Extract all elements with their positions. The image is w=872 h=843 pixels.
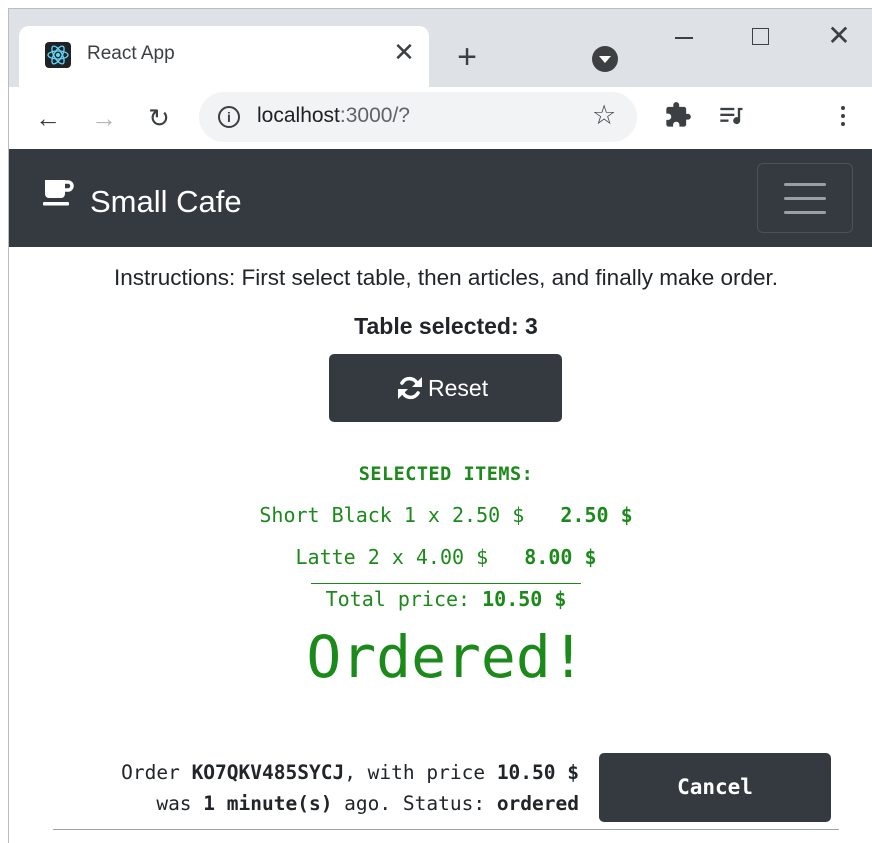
item-line-total: 8.00 $ xyxy=(524,545,597,569)
reset-button[interactable]: Reset xyxy=(329,354,562,422)
order-divider xyxy=(53,829,839,830)
browser-window: React App ✕ + ✕ ← → ↻ i localhost:3000/?… xyxy=(8,8,872,843)
url-text[interactable]: localhost:3000/? xyxy=(257,104,410,128)
order-prefix: Order xyxy=(121,761,192,784)
total-price-value: 10.50 $ xyxy=(482,587,567,611)
sync-icon xyxy=(397,375,423,401)
cancel-order-button[interactable]: Cancel xyxy=(599,753,831,822)
instructions-text: Instructions: First select table, then a… xyxy=(113,265,779,290)
navbar-toggler[interactable] xyxy=(757,163,853,233)
star-icon[interactable]: ☆ xyxy=(592,100,616,131)
react-favicon xyxy=(45,42,71,68)
total-divider xyxy=(311,583,581,584)
tab-close-icon[interactable]: ✕ xyxy=(389,37,419,67)
info-icon[interactable]: i xyxy=(218,106,240,128)
item-description: Latte 2 x 4.00 $ xyxy=(295,545,525,569)
forward-arrow-icon[interactable]: → xyxy=(87,101,121,135)
media-queue-icon[interactable] xyxy=(718,102,748,132)
back-arrow-icon[interactable]: ← xyxy=(31,101,65,135)
order-status: ordered xyxy=(496,792,579,815)
url-host: localhost xyxy=(257,104,340,127)
extensions-icon[interactable] xyxy=(664,101,694,131)
list-item: Latte 2 x 4.00 $ 8.00 $ xyxy=(9,545,872,569)
reload-icon[interactable]: ↻ xyxy=(142,101,176,135)
app-navbar: Small Cafe xyxy=(9,149,872,247)
table-selected-label: Table selected: 3 xyxy=(354,313,538,339)
total-price-line: Total price: 10.50 $ xyxy=(9,587,872,611)
hamburger-line xyxy=(784,183,826,186)
ordered-heading: Ordered! xyxy=(306,623,586,691)
brand-name[interactable]: Small Cafe xyxy=(90,184,242,220)
coffee-cup-icon xyxy=(41,176,77,212)
address-bar[interactable]: i localhost:3000/? ☆ xyxy=(199,92,637,142)
order-summary: Order KO7QKV485SYCJ, with price 10.50 $ … xyxy=(29,757,579,819)
minimize-icon[interactable] xyxy=(669,23,699,53)
profile-dropdown-icon[interactable] xyxy=(592,46,618,72)
order-price: 10.50 $ xyxy=(496,761,579,784)
more-menu-icon[interactable] xyxy=(835,101,851,131)
tab-strip: React App ✕ + ✕ xyxy=(9,9,872,87)
hamburger-line xyxy=(784,197,826,200)
item-line-total: 2.50 $ xyxy=(560,503,633,527)
order-was: was xyxy=(156,792,204,815)
list-item: Short Black 1 x 2.50 $ 2.50 $ xyxy=(9,503,872,527)
tab-title: React App xyxy=(87,43,175,64)
maximize-icon[interactable] xyxy=(752,28,769,45)
item-description: Short Black 1 x 2.50 $ xyxy=(259,503,561,527)
order-mid: , with price xyxy=(344,761,497,784)
url-path: :3000/? xyxy=(339,104,410,127)
order-id: KO7QKV485SYCJ xyxy=(191,761,345,784)
browser-toolbar: ← → ↻ i localhost:3000/? ☆ xyxy=(9,87,872,149)
order-ago-suffix: ago. Status: xyxy=(332,792,497,815)
main-content: Instructions: First select table, then a… xyxy=(9,247,872,843)
tab-react-app[interactable]: React App ✕ xyxy=(19,26,429,87)
new-tab-button[interactable]: + xyxy=(449,40,485,76)
reset-label: Reset xyxy=(428,375,489,401)
order-age: 1 minute(s) xyxy=(203,792,333,815)
window-close-icon[interactable]: ✕ xyxy=(824,21,854,51)
total-price-label: Total price: xyxy=(325,587,483,611)
selected-items-title: SELECTED ITEMS: xyxy=(358,464,534,485)
hamburger-line xyxy=(784,211,826,214)
